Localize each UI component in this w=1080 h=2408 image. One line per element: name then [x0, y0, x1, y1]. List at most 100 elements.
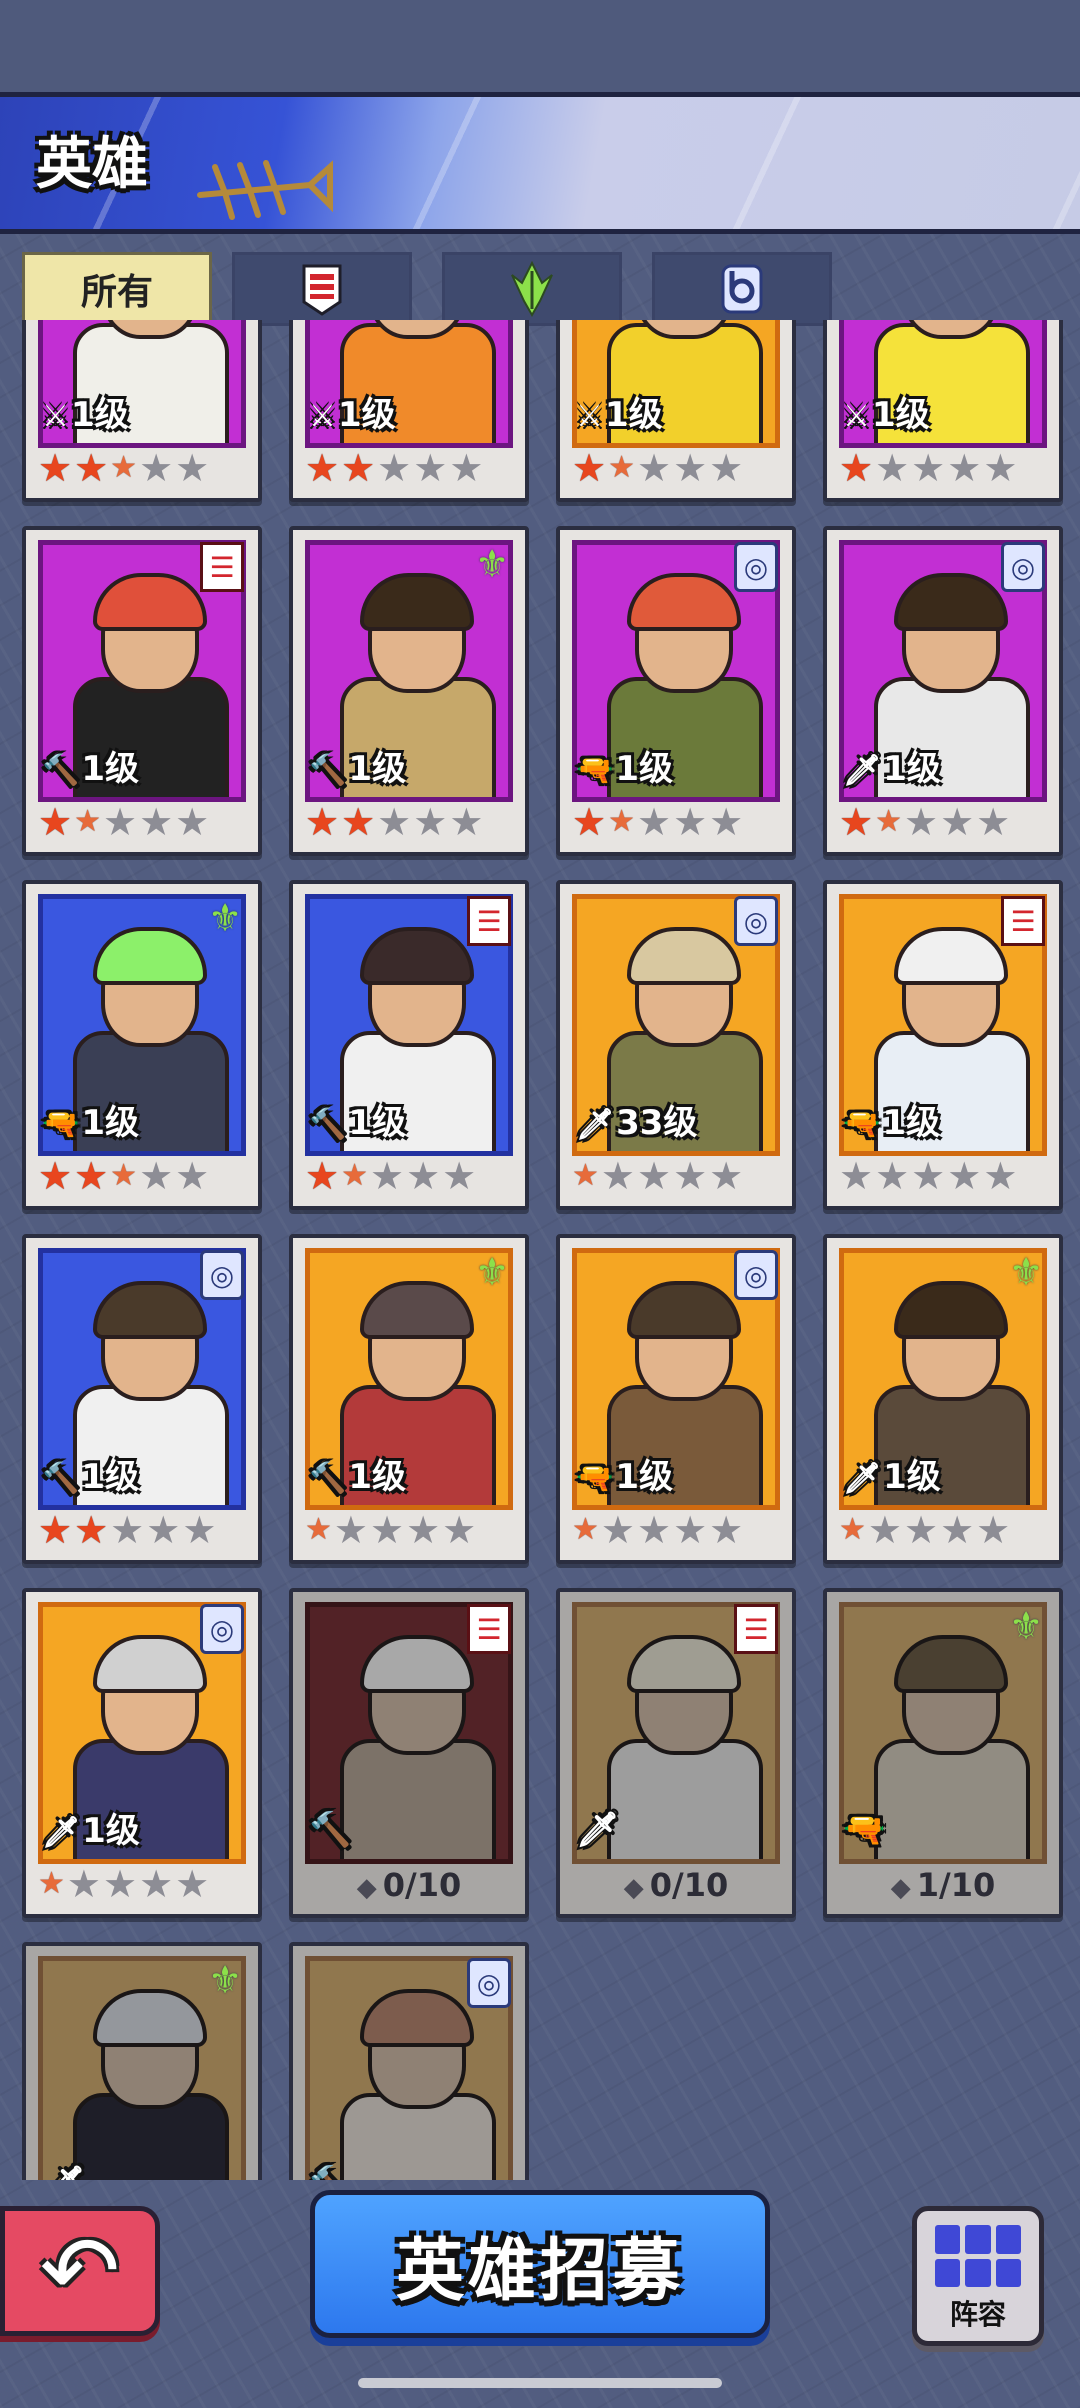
weapon-type-icon: 🔫 — [42, 1107, 80, 1142]
hero-card[interactable]: ☰⚔1级★★★★★ — [289, 320, 529, 502]
hero-card[interactable]: ◎ 🗡33级 ★ ★ ★ ★ ★ — [556, 880, 796, 1210]
hero-star-rating: ★ ★ ★ ★ ★ — [38, 1510, 216, 1550]
star-icon: ★ — [38, 1154, 73, 1198]
hero-level: 🗡1级 — [843, 741, 941, 790]
team-lineup-button[interactable]: 阵容 — [912, 2206, 1044, 2346]
star-icon: ★ — [947, 446, 982, 490]
hero-card[interactable]: ⚜ 🔨1级 ★ ★ ★ ★ ★ — [289, 1234, 529, 1564]
star-icon: ★ — [903, 1508, 939, 1552]
tank-class-icon: ☰ — [467, 896, 511, 946]
hero-card[interactable]: ☰ 🗡 ◆ 0/10 — [556, 1588, 796, 1918]
hero-star-rating: ★ ★ ★ ★ ★ — [839, 802, 1010, 842]
star-icon: ★ — [377, 446, 412, 490]
hero-card[interactable]: ⚜ 🔫1级 ★ ★ ★ ★ ★ — [22, 880, 262, 1210]
star-icon: ★ — [976, 1508, 1011, 1552]
star-icon: ★ — [369, 1154, 405, 1198]
hero-card[interactable]: ⚜ 🔨1级 ★ ★ ★ ★ ★ — [289, 526, 529, 856]
star-icon: ★ — [673, 800, 708, 844]
hero-card[interactable]: ☰⚔1级★★★★★ — [22, 320, 262, 502]
bottom-bar: ↶ 英雄招募 阵容 — [0, 2160, 1080, 2408]
hero-recruit-button[interactable]: 英雄招募 — [310, 2190, 770, 2338]
weapon-type-icon: ⚔ — [309, 399, 336, 434]
star-icon: ★ — [175, 1154, 210, 1198]
star-icon: ★ — [38, 446, 73, 490]
hero-level: ⚔1级 — [576, 387, 663, 436]
weapon-type-icon: 🔫 — [576, 1461, 614, 1496]
hero-level: 🗡33级 — [576, 1095, 697, 1144]
hero-card[interactable]: ◎ 🗡1级 ★ ★ ★ ★ ★ — [22, 1588, 262, 1918]
star-icon: ★ — [572, 446, 607, 490]
hero-card[interactable]: ◎⚔1级★★★★★ — [556, 320, 796, 502]
hero-card[interactable]: ◎⚔1级★★★★★ — [823, 320, 1063, 502]
star-icon: ★ — [636, 800, 672, 844]
tab-all[interactable]: 所有 — [22, 252, 212, 326]
hero-card[interactable]: ◎ 🔫1级 ★ ★ ★ ★ ★ — [556, 526, 796, 856]
back-button[interactable]: ↶ — [0, 2206, 160, 2336]
support-class-icon: ◎ — [200, 1250, 244, 1300]
weapon-type-icon: 🔨 — [42, 1461, 80, 1496]
weapon-type-icon: 🔨 — [309, 1810, 352, 1850]
support-class-icon: ◎ — [734, 542, 778, 592]
star-icon: ★ — [74, 446, 109, 490]
star-icon: ★ — [377, 800, 412, 844]
home-indicator[interactable] — [358, 2378, 722, 2388]
hero-card[interactable]: ☰ 🔨1级 ★ ★ ★ ★ ★ — [22, 526, 262, 856]
hero-card[interactable]: ⚜ 🗡1级 ★ ★ ★ ★ ★ — [823, 1234, 1063, 1564]
hero-level: 🔫1级 — [576, 1449, 673, 1498]
hero-shard-text: 0/10 — [382, 1866, 462, 1904]
fishbone-decoration-icon — [197, 160, 333, 220]
tab-assault[interactable] — [442, 252, 622, 326]
header-banner: 英雄 — [0, 92, 1080, 234]
hero-card[interactable]: ◎ 🔫1级 ★ ★ ★ ★ ★ — [556, 1234, 796, 1564]
star-icon: ★ — [406, 1508, 441, 1552]
hero-level-text: 33级 — [616, 1103, 698, 1143]
hero-level: 🔨1级 — [42, 1449, 139, 1498]
hero-level: 🔨1级 — [309, 741, 406, 790]
weapon-type-icon: ⚔ — [843, 399, 870, 434]
star-icon: ★ — [110, 1508, 145, 1552]
star-icon: ★ — [341, 1158, 368, 1193]
page-title: 英雄 — [36, 132, 148, 197]
star-icon: ★ — [875, 446, 910, 490]
hero-card[interactable]: ◎ 🗡1级 ★ ★ ★ ★ ★ — [823, 526, 1063, 856]
hero-shard-count: ◆ 0/10 — [293, 1866, 525, 1904]
weapon-type-icon: 🔨 — [42, 753, 80, 788]
support-class-icon: ◎ — [734, 1250, 778, 1300]
hero-star-rating: ★ ★ ★ ★ ★ — [839, 1156, 1017, 1196]
weapon-type-icon: 🗡 — [843, 1461, 882, 1496]
hero-card[interactable]: ⚜🗡◆1/10 — [22, 1942, 262, 2180]
star-icon: ★ — [976, 800, 1011, 844]
star-icon: ★ — [709, 1508, 744, 1552]
hero-card[interactable]: ◎🔨◆3/10 — [289, 1942, 529, 2180]
star-icon: ★ — [839, 446, 874, 490]
star-icon: ★ — [709, 800, 744, 844]
hero-star-rating: ★ ★ ★ ★ ★ — [839, 1510, 1010, 1550]
weapon-type-icon: 🗡 — [42, 2164, 85, 2180]
star-icon: ★ — [673, 1154, 708, 1198]
hero-card[interactable]: ☰ 🔨 ◆ 0/10 — [289, 1588, 529, 1918]
hero-level-text: 1级 — [883, 1457, 941, 1497]
shard-icon: ◆ — [356, 1873, 377, 1903]
star-icon: ★ — [636, 1508, 672, 1552]
tab-tank[interactable] — [232, 252, 412, 326]
hero-shard-count: ◆ 1/10 — [827, 1866, 1059, 1904]
tab-support[interactable] — [652, 252, 832, 326]
hero-level: 🗡1级 — [42, 1803, 140, 1852]
weapon-type-icon: 🗡 — [576, 1810, 620, 1850]
hero-card[interactable]: ⚜ 🔫 ◆ 1/10 — [823, 1588, 1063, 1918]
star-icon: ★ — [175, 800, 210, 844]
hero-card[interactable]: ◎ 🔨1级 ★ ★ ★ ★ ★ — [22, 1234, 262, 1564]
star-icon: ★ — [673, 446, 708, 490]
star-icon: ★ — [903, 800, 939, 844]
star-icon: ★ — [572, 800, 607, 844]
star-icon: ★ — [102, 1862, 138, 1906]
hero-card[interactable]: ☰ 🔫1级 ★ ★ ★ ★ ★ — [823, 880, 1063, 1210]
star-icon: ★ — [74, 1154, 109, 1198]
hero-level: 🔫1级 — [576, 741, 673, 790]
hero-star-rating: ★ ★ ★ ★ ★ — [38, 1864, 209, 1904]
weapon-type-icon: 🔫 — [576, 753, 614, 788]
hero-level-text: 1级 — [882, 1103, 941, 1143]
star-icon: ★ — [867, 1508, 902, 1552]
hero-card[interactable]: ☰ 🔨1级 ★ ★ ★ ★ ★ — [289, 880, 529, 1210]
lineup-grid-icon — [935, 2225, 1021, 2287]
